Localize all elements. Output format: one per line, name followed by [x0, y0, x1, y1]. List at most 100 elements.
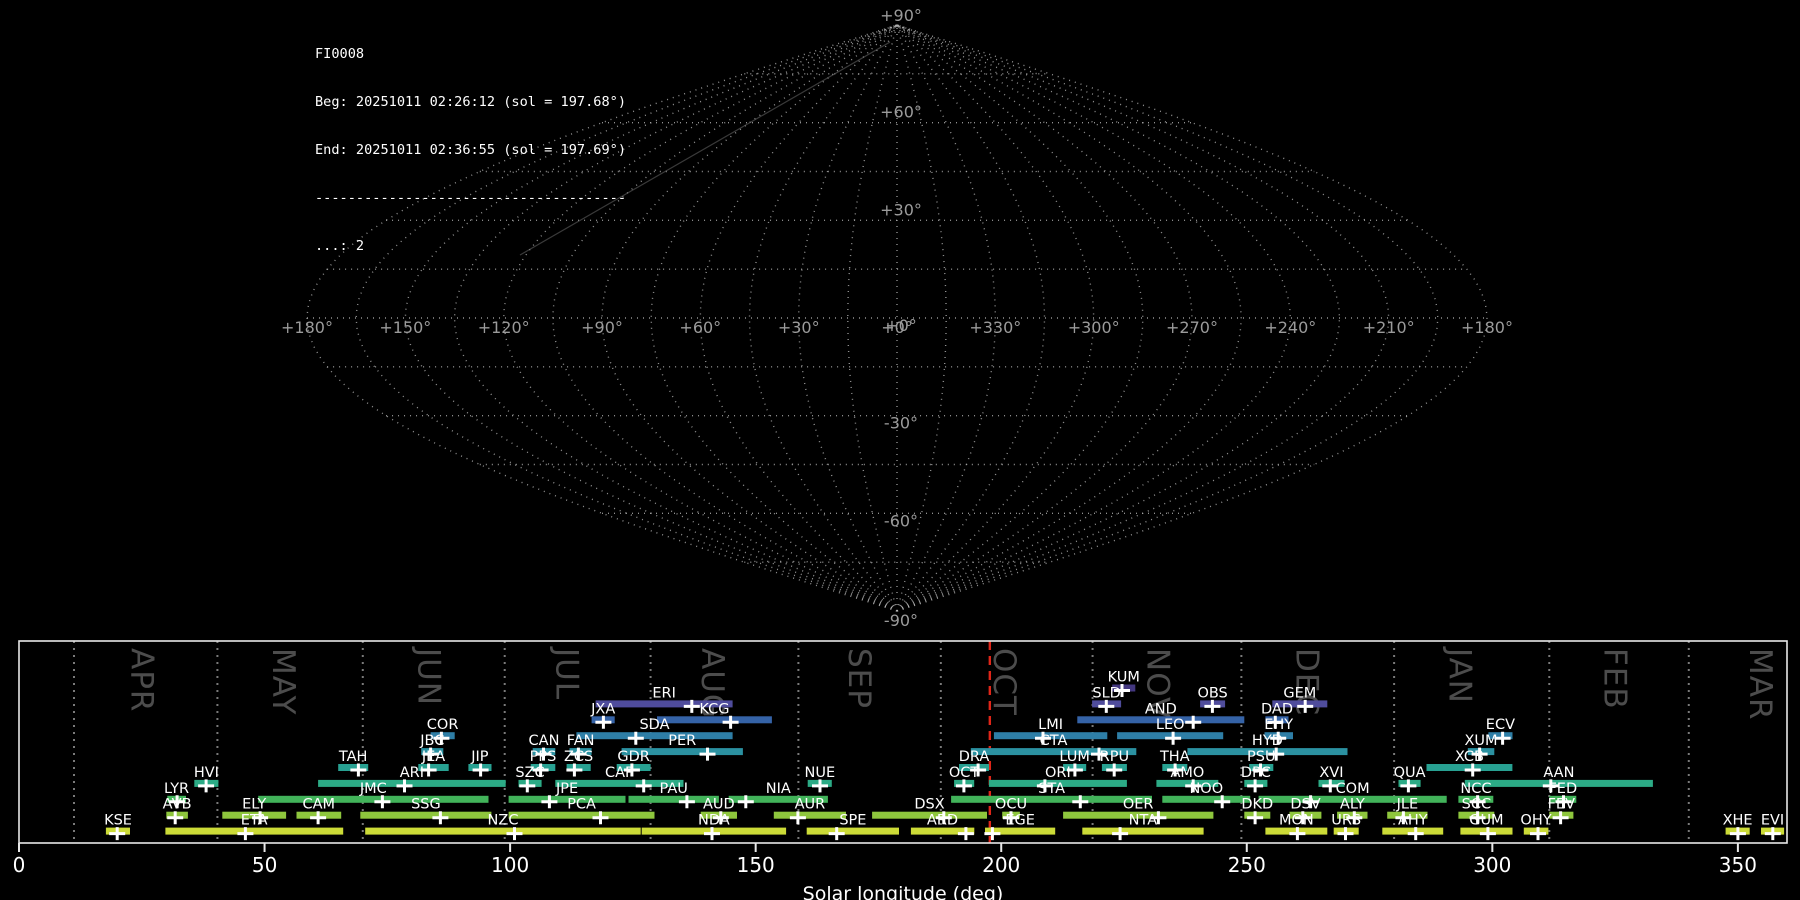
- shower-label-HVI: HVI: [194, 765, 219, 781]
- axis-tick-label: 250: [1228, 853, 1266, 877]
- shower-label-NZC: NZC: [488, 813, 519, 829]
- map-latitude-label: +0°: [885, 316, 917, 335]
- shower-label-NIA: NIA: [766, 781, 791, 797]
- shower-label-OER: OER: [1123, 797, 1154, 813]
- axis-tick-label: 300: [1473, 853, 1511, 877]
- shower-label-EHY: EHY: [1264, 717, 1293, 733]
- shower-label-QUA: QUA: [1394, 765, 1426, 781]
- map-latitude-label: +60°: [880, 103, 922, 122]
- map-longitude-label: +330°: [969, 318, 1021, 337]
- shower-label-RPU: RPU: [1100, 749, 1129, 765]
- shower-label-COM: COM: [1336, 781, 1370, 797]
- shower-bar-SPE: [806, 827, 899, 835]
- shower-bar-STA: [951, 795, 1152, 803]
- shower-label-URS: URS: [1331, 813, 1361, 829]
- x-axis-title: Solar longitude (deg): [803, 883, 1004, 900]
- shower-label-ZCS: ZCS: [564, 749, 593, 765]
- shower-label-SZC: SZC: [515, 765, 544, 781]
- meteor-activity-figure: +180° +150° +120° +90° +60° +30° +0° +330° +300°…: [13, 6, 1788, 900]
- shower-label-ETA: ETA: [241, 813, 268, 829]
- month-label: MAY: [265, 648, 301, 715]
- shower-label-OHY: OHY: [1520, 813, 1551, 829]
- axis-tick-label: 200: [982, 853, 1020, 877]
- shower-bar-NOO: [1162, 795, 1251, 803]
- shower-label-JBC: JBC: [419, 733, 444, 749]
- map-longitude-label: +30°: [778, 318, 820, 337]
- shower-label-TAH: TAH: [338, 749, 368, 765]
- shower-label-EGE: EGE: [1005, 813, 1035, 829]
- shower-label-AAN: AAN: [1543, 765, 1574, 781]
- shower-label-DSX: DSX: [914, 797, 944, 813]
- shower-label-AVB: AVB: [163, 797, 192, 813]
- shower-label-XCB: XCB: [1455, 749, 1484, 765]
- map-longitude-label: +60°: [679, 318, 721, 337]
- shower-label-ERI: ERI: [652, 685, 676, 701]
- shower-label-PSU: PSU: [1247, 749, 1276, 765]
- month-label: JUL: [549, 646, 585, 700]
- shower-label-XVI: XVI: [1319, 765, 1343, 781]
- shower-label-DPC: DPC: [1241, 765, 1271, 781]
- app-window: +180° +150° +120° +90° +60° +30° +0° +330° +300°…: [0, 0, 1800, 900]
- shower-label-SPE: SPE: [839, 813, 866, 829]
- shower-label-ELY: ELY: [242, 797, 266, 813]
- shower-label-COR: COR: [427, 717, 459, 733]
- shower-label-OCT: OCT: [949, 765, 980, 781]
- shower-label-FAN: FAN: [567, 733, 595, 749]
- station-id: FI0008: [315, 46, 365, 62]
- map-longitude-label: +210°: [1363, 318, 1415, 337]
- shower-label-ARD: ARD: [927, 813, 958, 829]
- shower-label-DKD: DKD: [1241, 797, 1273, 813]
- shower-label-ECV: ECV: [1486, 717, 1515, 733]
- month-label: JAN: [1441, 646, 1477, 704]
- map-longitude-label: +270°: [1166, 318, 1218, 337]
- observation-header: FI0008 Beg: 20251011 02:26:12 (sol = 197…: [315, 14, 626, 286]
- shower-bar-JMC: [258, 795, 489, 803]
- axis-tick-label: 350: [1719, 853, 1757, 877]
- map-longitude-label: +240°: [1264, 318, 1316, 337]
- shower-label-SCC: SCC: [1462, 797, 1491, 813]
- shower-label-CAP: CAP: [605, 765, 634, 781]
- shower-label-NOO: NOO: [1189, 781, 1223, 797]
- shower-label-JLE: JLE: [1396, 797, 1419, 813]
- month-label: FEB: [1597, 648, 1633, 710]
- begin-time: Beg: 20251011 02:26:12 (sol = 197.68°): [315, 94, 626, 110]
- shower-label-AMO: AMO: [1170, 765, 1204, 781]
- shower-label-GUM: GUM: [1469, 813, 1503, 829]
- axis-tick-label: 100: [491, 853, 529, 877]
- shower-label-CAM: CAM: [303, 797, 336, 813]
- shower-label-JIP: JIP: [470, 749, 489, 765]
- shower-label-JXA: JXA: [590, 701, 615, 717]
- shower-label-OCU: OCU: [995, 797, 1027, 813]
- shower-label-AUD: AUD: [703, 797, 735, 813]
- shower-label-KSE: KSE: [104, 813, 132, 829]
- shower-label-AUR: AUR: [795, 797, 826, 813]
- shower-label-NCC: NCC: [1460, 781, 1491, 797]
- shower-label-JEA: JEA: [421, 749, 445, 765]
- shower-label-JMC: JMC: [359, 781, 387, 797]
- month-label: JUN: [411, 646, 447, 706]
- detection-count: ...: 2: [315, 238, 365, 254]
- shower-label-MON: MON: [1279, 813, 1314, 829]
- shower-label-XUM: XUM: [1464, 733, 1497, 749]
- shower-label-PAU: PAU: [660, 781, 688, 797]
- shower-label-SLD: SLD: [1092, 685, 1120, 701]
- shower-label-AND: AND: [1145, 701, 1177, 717]
- map-latitude-label: -90°: [884, 611, 918, 630]
- map-longitude-label: +150°: [379, 318, 431, 337]
- header-separator: --------------------------------------: [315, 190, 626, 206]
- shower-label-XHE: XHE: [1723, 813, 1753, 829]
- shower-label-STA: STA: [1038, 781, 1065, 797]
- map-latitude-label: -30°: [884, 414, 918, 433]
- shower-label-NDA: NDA: [698, 813, 730, 829]
- shower-label-DSV: DSV: [1290, 797, 1320, 813]
- shower-label-NUE: NUE: [804, 765, 835, 781]
- shower-label-KUM: KUM: [1108, 670, 1140, 686]
- shower-label-DAD: DAD: [1261, 701, 1293, 717]
- map-latitude-label: -60°: [884, 511, 918, 530]
- map-longitude-label: +180°: [1461, 318, 1513, 337]
- month-label: APR: [123, 648, 159, 712]
- shower-label-SDA: SDA: [639, 717, 669, 733]
- grid-meridian: [601, 24, 898, 612]
- shower-label-GDR: GDR: [617, 749, 649, 765]
- activity-timeline: APR MAY JUN JUL AUG SEP OCT NOV DEC JAN FEB MARKUME…: [13, 640, 1788, 900]
